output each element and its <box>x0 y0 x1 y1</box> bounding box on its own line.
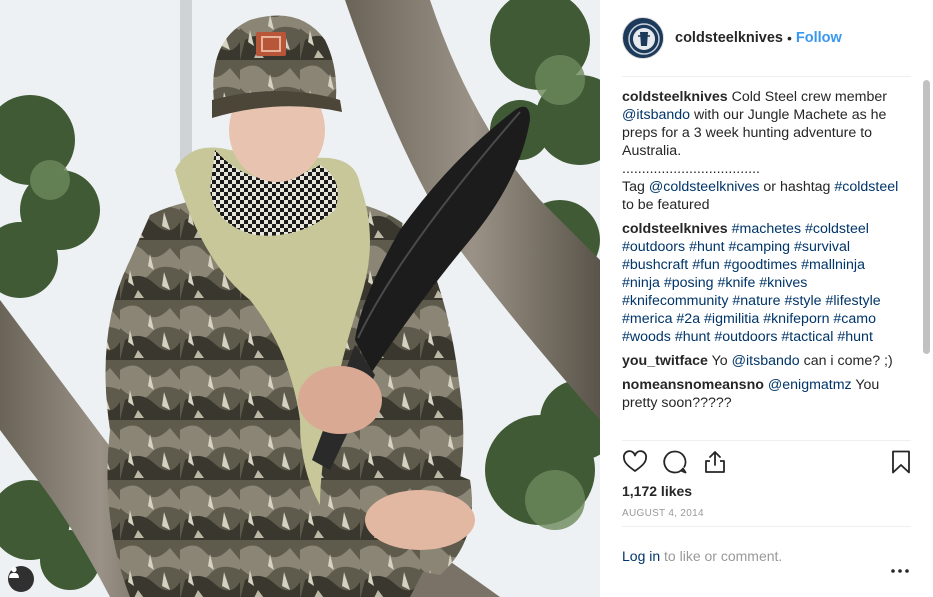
heart-icon[interactable] <box>622 449 648 475</box>
hashtag-link[interactable]: #igmilitia <box>704 311 759 327</box>
coldsteel-logo <box>624 19 663 58</box>
hashtag-link[interactable]: #hunt <box>837 329 873 345</box>
comment-line: Tag @coldsteelknives or hashtag #coldste… <box>622 178 904 214</box>
comments-scrollbar[interactable] <box>923 80 930 354</box>
mention-link[interactable]: @coldsteelknives <box>649 179 760 195</box>
comment-line: ................................... <box>622 160 904 178</box>
hashtag-link[interactable]: #2a <box>676 311 700 327</box>
hashtag-link[interactable]: #knifeporn <box>763 311 829 327</box>
hashtag-link[interactable]: #hunt <box>689 239 725 255</box>
comment-username[interactable]: coldsteelknives <box>622 221 728 237</box>
comment-item: coldsteelknives Cold Steel crew member @… <box>622 88 904 214</box>
person-glyph <box>9 566 19 578</box>
mention-link[interactable]: @enigmatmz <box>768 377 852 393</box>
hashtag-link[interactable]: #knife <box>717 275 755 291</box>
login-link[interactable]: Log in <box>622 548 660 564</box>
comment-item: nomeansnomeansno @enigmatmz You pretty s… <box>622 376 904 412</box>
hashtag-link[interactable]: #woods <box>622 329 671 345</box>
follow-button[interactable]: Follow <box>796 30 842 46</box>
hashtag-link[interactable]: #knifecommunity <box>622 293 728 309</box>
login-prompt: Log in to like or comment. <box>622 548 782 564</box>
divider <box>622 526 911 527</box>
hashtag-link[interactable]: #tactical <box>781 329 833 345</box>
hashtag-link[interactable]: #camo <box>833 311 876 327</box>
action-bar <box>622 447 912 477</box>
hashtag-link[interactable]: #lifestyle <box>826 293 881 309</box>
comment-text: Cold Steel crew member <box>727 89 887 105</box>
comment-bubble-icon[interactable] <box>662 449 688 475</box>
hashtag-link[interactable]: #fun <box>692 257 720 273</box>
comment-item: coldsteelknives #machetes #coldsteel #ou… <box>622 220 904 346</box>
photo-image <box>0 0 600 597</box>
post-header: coldsteelknives • Follow <box>622 16 911 60</box>
comment-text: Yo <box>707 353 732 369</box>
hashtag-link[interactable]: #ninja <box>622 275 660 291</box>
hashtag-link[interactable]: #goodtimes <box>724 257 797 273</box>
person-tag-icon[interactable] <box>8 566 34 592</box>
hashtag-link[interactable]: #survival <box>794 239 850 255</box>
comment-username[interactable]: nomeansnomeansno <box>622 377 764 393</box>
divider <box>622 440 911 441</box>
hashtag-link[interactable]: #nature <box>732 293 780 309</box>
comment-text: can i come? ;) <box>799 353 893 369</box>
post-side-panel: coldsteelknives • Follow coldsteelknives… <box>600 0 933 597</box>
likes-count[interactable]: 1,172 likes <box>622 483 692 499</box>
comment-text: to be featured <box>622 197 710 213</box>
header-separator: • <box>787 30 792 46</box>
hashtag-link[interactable]: #merica <box>622 311 672 327</box>
hashtag-link[interactable]: #coldsteel <box>805 221 869 237</box>
comment-item: you_twitface Yo @itsbando can i come? ;) <box>622 352 904 370</box>
hashtag-link[interactable]: #hunt <box>675 329 711 345</box>
divider <box>622 76 911 77</box>
hashtag-link[interactable]: #bushcraft <box>622 257 688 273</box>
bookmark-icon[interactable] <box>888 449 914 475</box>
profile-avatar[interactable] <box>622 17 664 59</box>
login-prompt-text: to like or comment. <box>660 548 783 564</box>
comment-text: or hashtag <box>759 179 835 195</box>
hashtag-link[interactable]: #outdoors <box>714 329 777 345</box>
comment-username[interactable]: coldsteelknives <box>622 89 728 105</box>
hashtag-link[interactable]: #posing <box>664 275 714 291</box>
hashtag-link[interactable]: #knives <box>759 275 807 291</box>
header-username[interactable]: coldsteelknives <box>675 30 783 46</box>
comments-list[interactable]: coldsteelknives Cold Steel crew member @… <box>622 88 904 440</box>
hashtag-link[interactable]: #mallninja <box>801 257 865 273</box>
comment-text: Tag <box>622 179 649 195</box>
hashtag-link[interactable]: #camping <box>729 239 791 255</box>
comment-text: ................................... <box>622 161 760 177</box>
post-date[interactable]: August 4, 2014 <box>622 508 704 519</box>
mention-link[interactable]: @itsbando <box>732 353 800 369</box>
hashtag-link[interactable]: #style <box>784 293 821 309</box>
hashtag-link[interactable]: #machetes <box>732 221 801 237</box>
comment-username[interactable]: you_twitface <box>622 353 708 369</box>
mention-link[interactable]: @itsbando <box>622 107 690 123</box>
post-photo[interactable] <box>0 0 600 597</box>
more-options-icon[interactable] <box>890 563 910 573</box>
share-icon[interactable] <box>702 449 728 475</box>
hashtag-link[interactable]: #coldsteel <box>834 179 898 195</box>
hashtag-link[interactable]: #outdoors <box>622 239 685 255</box>
